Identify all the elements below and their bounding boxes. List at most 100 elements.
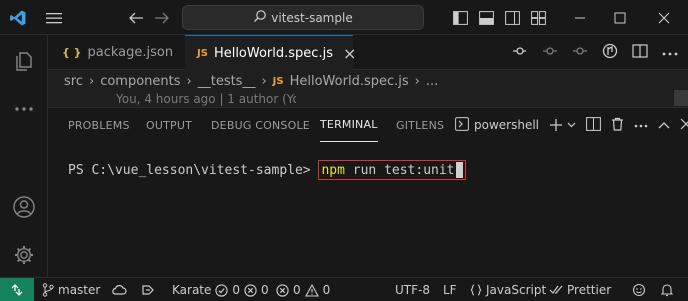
prettier-status[interactable]: Prettier [549, 278, 611, 301]
gitlens-inspect-icon[interactable] [602, 43, 618, 62]
language-mode-status[interactable]: JavaScript [470, 278, 546, 301]
sync-cloud-icon[interactable] [111, 278, 127, 301]
tab-problems[interactable]: PROBLEMS [68, 108, 130, 142]
language-label: JavaScript [486, 283, 547, 297]
terminal-cursor [455, 162, 463, 178]
command-center-search[interactable]: vitest-sample [182, 5, 424, 30]
terminal-prompt: PS C:\vue_lesson\vitest-sample> [68, 162, 319, 178]
feedback-icon[interactable] [632, 278, 646, 301]
tab-output[interactable]: OUTPUT [146, 108, 192, 142]
javascript-file-icon: JS [272, 75, 284, 87]
chevron-right-icon: › [88, 73, 95, 89]
menu-icon[interactable] [42, 0, 66, 35]
double-check-icon [549, 285, 563, 294]
breadcrumb-item-file[interactable]: HelloWorld.spec.js [290, 74, 409, 89]
bottom-panel: PROBLEMS OUTPUT DEBUG CONSOLE TERMINAL G… [48, 107, 688, 277]
forward-arrow-icon[interactable] [151, 0, 173, 35]
prettier-label: Prettier [567, 283, 612, 297]
tab-gitlens[interactable]: GITLENS [396, 108, 444, 142]
shell-name: powershell [474, 118, 539, 132]
more-actions-icon[interactable] [634, 118, 648, 132]
tab-helloworld-spec[interactable]: JS HelloWorld.spec.js × [185, 35, 356, 70]
activity-bar [0, 35, 48, 277]
encoding-status[interactable]: UTF-8 [395, 278, 430, 301]
branch-status[interactable]: master [42, 278, 100, 301]
breadcrumb-item-components[interactable]: components [100, 74, 180, 89]
command-npm: npm [321, 162, 345, 178]
breadcrumb-item-symbols[interactable]: ... [426, 74, 438, 89]
highlighted-command: npm run test:unit [318, 160, 466, 180]
toggle-primary-sidebar-icon[interactable] [450, 0, 470, 35]
karate-fail-count: 0 [261, 283, 269, 297]
command-args: run test:unit [344, 162, 455, 178]
problems-status[interactable]: 0 0 [276, 278, 330, 301]
split-terminal-icon[interactable] [586, 116, 601, 134]
toggle-panel-icon[interactable] [476, 0, 496, 35]
x-circle-icon [244, 283, 257, 297]
more-views-icon[interactable] [0, 91, 48, 127]
trash-icon[interactable] [611, 117, 624, 134]
braces-icon [470, 284, 482, 296]
previous-revision-icon[interactable] [542, 43, 558, 62]
close-window-button[interactable] [644, 0, 684, 35]
explorer-icon[interactable] [0, 43, 48, 79]
tab-terminal[interactable]: TERMINAL [320, 108, 378, 142]
tab-debug-console[interactable]: DEBUG CONSOLE [211, 108, 310, 142]
warning-count: 0 [322, 283, 331, 297]
terminal-scrollbar[interactable] [674, 142, 688, 278]
minimize-window-button[interactable] [560, 0, 600, 35]
new-terminal-button[interactable] [549, 118, 576, 132]
git-branch-icon [42, 283, 54, 297]
eol-status[interactable]: LF [443, 278, 457, 301]
title-bar: vitest-sample [0, 0, 688, 35]
search-icon [253, 9, 267, 26]
check-circle-icon [215, 283, 229, 297]
notifications-bell-icon[interactable] [660, 278, 674, 301]
vscode-logo-icon [6, 0, 30, 35]
karate-pass-count: 0 [232, 283, 241, 297]
editor-actions [512, 35, 678, 70]
warning-icon [304, 283, 319, 297]
javascript-file-icon: JS [197, 47, 208, 59]
terminal-icon [455, 116, 469, 134]
accounts-icon[interactable] [0, 189, 48, 225]
maximize-window-button[interactable] [600, 0, 640, 35]
customize-layout-icon[interactable] [528, 0, 548, 35]
karate-status[interactable]: Karate 0 0 [172, 278, 269, 301]
panel-tabs: PROBLEMS OUTPUT DEBUG CONSOLE TERMINAL G… [48, 108, 688, 142]
remote-icon [11, 284, 23, 296]
error-count: 0 [293, 283, 301, 297]
breadcrumb-item-tests[interactable]: __tests__ [198, 74, 256, 89]
chevron-right-icon: › [261, 73, 267, 89]
json-file-icon: { } [62, 46, 82, 59]
status-bar: master Karate 0 0 0 0 UTF-8 LF JavaScrip… [0, 277, 688, 301]
breadcrumb: src › components › __tests__ › JS HelloW… [48, 70, 688, 92]
open-changes-icon[interactable] [512, 43, 528, 62]
terminal-shell-selector[interactable]: powershell [455, 116, 539, 134]
terminal-actions: powershell [455, 108, 688, 142]
terminal-output[interactable]: PS C:\vue_lesson\vitest-sample> npm run … [68, 160, 466, 180]
settings-gear-icon[interactable] [0, 237, 48, 273]
maximize-panel-icon[interactable] [658, 118, 670, 132]
close-tab-icon[interactable]: × [343, 44, 356, 63]
back-arrow-icon[interactable] [125, 0, 147, 35]
chevron-down-icon [567, 122, 576, 128]
split-editor-icon[interactable] [632, 43, 648, 62]
branch-name: master [58, 283, 101, 297]
toggle-secondary-sidebar-icon[interactable] [502, 0, 522, 35]
next-revision-icon[interactable] [572, 43, 588, 62]
tab-label: HelloWorld.spec.js [213, 45, 333, 61]
more-actions-icon[interactable] [662, 46, 678, 60]
editor-scrollbar[interactable] [674, 90, 688, 106]
close-panel-icon[interactable] [680, 118, 688, 133]
error-icon [276, 283, 289, 297]
plus-icon [550, 119, 562, 131]
live-share-icon[interactable] [141, 278, 155, 301]
tab-package-json[interactable]: { } package.json [48, 35, 185, 70]
chevron-right-icon: › [186, 73, 192, 89]
remote-indicator-button[interactable] [0, 278, 34, 301]
breadcrumb-item-src[interactable]: src [64, 74, 83, 89]
editor-tabs-bar: { } package.json JS HelloWorld.spec.js × [48, 35, 688, 70]
karate-label: Karate [172, 283, 212, 297]
chevron-right-icon: › [414, 73, 420, 89]
